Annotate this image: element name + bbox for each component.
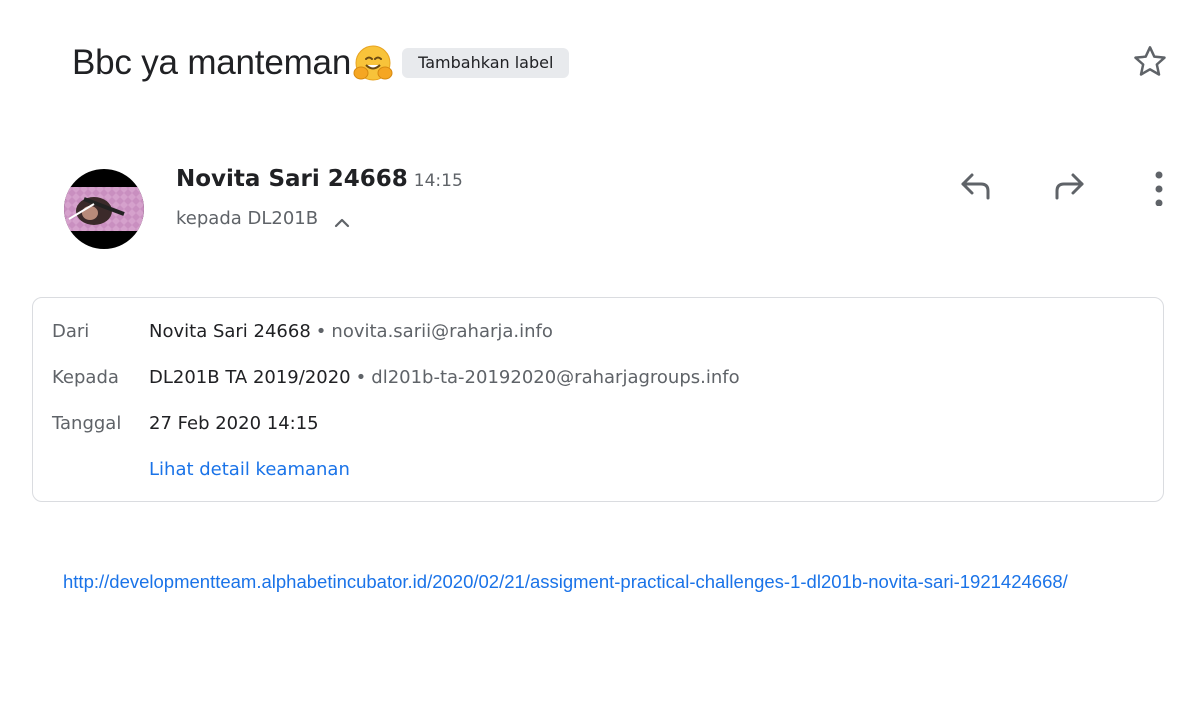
forward-button[interactable] xyxy=(1046,162,1094,210)
sender-name-line: Novita Sari 24668 14:15 xyxy=(176,166,463,192)
reply-icon xyxy=(961,173,990,200)
reply-button[interactable] xyxy=(951,162,999,210)
to-label: Kepada xyxy=(52,367,119,388)
to-name: DL201B TA 2019/2020 xyxy=(149,367,351,388)
subject-row: Bbc ya manteman Tambahkan label xyxy=(72,38,570,88)
star-icon xyxy=(1134,46,1166,76)
from-email: novita.sarii@raharja.info xyxy=(331,321,553,342)
from-label: Dari xyxy=(52,321,90,342)
security-details-link[interactable]: Lihat detail keamanan xyxy=(149,459,350,480)
sender-name: Novita Sari 24668 xyxy=(176,166,408,192)
detail-row-to: Kepada DL201B TA 2019/2020 • dl201b-ta-2… xyxy=(52,367,740,388)
from-separator: • xyxy=(315,321,327,342)
star-button[interactable] xyxy=(1128,40,1172,84)
recipient-summary-toggle[interactable]: kepada DL201B xyxy=(176,208,352,229)
more-options-button[interactable] xyxy=(1131,162,1179,210)
from-name: Novita Sari 24668 xyxy=(149,321,311,342)
recipient-summary: kepada DL201B xyxy=(176,208,319,229)
more-vert-icon xyxy=(1155,171,1163,206)
to-separator: • xyxy=(355,367,367,388)
email-details-card: Dari Novita Sari 24668 • novita.sarii@ra… xyxy=(32,297,1164,502)
detail-row-date: Tanggal 27 Feb 2020 14:15 xyxy=(52,413,319,434)
detail-row-from: Dari Novita Sari 24668 • novita.sarii@ra… xyxy=(52,321,553,342)
email-body-link[interactable]: http://developmentteam.alphabetincubator… xyxy=(63,570,1113,594)
date-value: 27 Feb 2020 14:15 xyxy=(149,413,319,434)
add-label-chip[interactable]: Tambahkan label xyxy=(402,48,570,78)
email-time: 14:15 xyxy=(413,171,463,191)
forward-icon xyxy=(1055,173,1084,200)
to-email: dl201b-ta-20192020@raharjagroups.info xyxy=(371,367,740,388)
date-label: Tanggal xyxy=(52,413,122,434)
sender-avatar[interactable] xyxy=(64,169,144,249)
hugging-face-emoji-icon xyxy=(352,43,394,85)
chevron-up-icon xyxy=(334,218,350,227)
email-subject: Bbc ya manteman xyxy=(72,43,352,82)
